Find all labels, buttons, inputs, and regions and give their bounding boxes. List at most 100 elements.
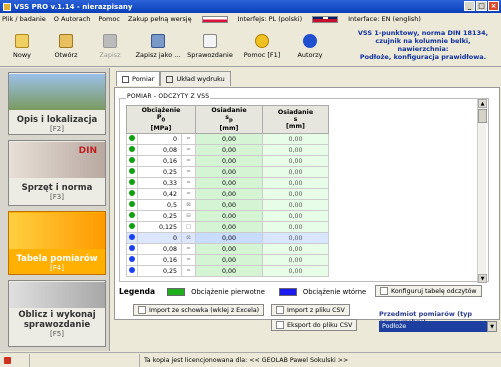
nav-measurement-table[interactable]: Tabela pomiarów [F4] (8, 211, 106, 275)
open-button[interactable]: Otwórz (44, 25, 88, 67)
table-row[interactable]: 0 ⊠ 0,00 0,00 (126, 232, 329, 244)
settlement-2-cell[interactable]: 0,00 (262, 155, 329, 167)
settlement-1-cell[interactable]: 0,00 (195, 166, 263, 178)
report-button[interactable]: Sprawozdanie (184, 25, 236, 67)
row-flag-cell[interactable]: = (181, 177, 196, 189)
settlement-2-cell[interactable]: 0,00 (262, 166, 329, 178)
settlement-1-cell[interactable]: 0,00 (195, 210, 263, 222)
scroll-down-icon[interactable]: ▼ (478, 274, 487, 283)
load-cell[interactable]: 0,33 (137, 177, 182, 189)
status-cell[interactable] (126, 210, 138, 222)
row-flag-cell[interactable]: = (181, 166, 196, 178)
new-button[interactable]: Nowy (0, 25, 44, 67)
settlement-1-cell[interactable]: 0,00 (195, 144, 263, 156)
row-flag-cell[interactable]: ⊠ (181, 232, 196, 244)
status-cell[interactable] (126, 144, 138, 156)
table-row[interactable]: 0,08 = 0,00 0,00 (126, 144, 329, 156)
table-row[interactable]: 0,16 = 0,00 0,00 (126, 254, 329, 266)
row-flag-cell[interactable]: ⊠ (181, 199, 196, 211)
table-row[interactable]: 0 = 0,00 0,00 (126, 133, 329, 145)
table-row[interactable]: 0,5 ⊠ 0,00 0,00 (126, 199, 329, 211)
settlement-1-cell[interactable]: 0,00 (195, 265, 263, 277)
authors-button[interactable]: Autorzy (288, 25, 332, 67)
status-cell[interactable] (126, 155, 138, 167)
load-cell[interactable]: 0,08 (137, 243, 182, 255)
settlement-1-cell[interactable]: 0,00 (195, 243, 263, 255)
load-cell[interactable]: 0,125 (137, 221, 182, 233)
tab-print-layout[interactable]: Układ wydruku (160, 71, 231, 86)
menu-lang-en[interactable]: Interface: EN (english) (348, 15, 421, 23)
status-cell[interactable] (126, 265, 138, 277)
row-flag-cell[interactable]: = (181, 254, 196, 266)
status-cell[interactable] (126, 243, 138, 255)
load-cell[interactable]: 0 (137, 133, 182, 145)
settlement-1-cell[interactable]: 0,00 (195, 155, 263, 167)
settlement-2-cell[interactable]: 0,00 (262, 199, 329, 211)
settlement-2-cell[interactable]: 0,00 (262, 144, 329, 156)
row-flag-cell[interactable]: = (181, 133, 196, 145)
table-scrollbar[interactable]: ▲ ▼ (477, 99, 487, 283)
row-flag-cell[interactable]: ⊟ (181, 210, 196, 222)
row-flag-cell[interactable]: = (181, 265, 196, 277)
load-cell[interactable]: 0,25 (137, 265, 182, 277)
nav-equipment[interactable]: DIN Sprzęt i norma [F3] (8, 140, 106, 206)
settlement-2-cell[interactable]: 0,00 (262, 210, 329, 222)
settlement-1-cell[interactable]: 0,00 (195, 177, 263, 189)
table-row[interactable]: 0,33 = 0,00 0,00 (126, 177, 329, 189)
scroll-thumb[interactable] (478, 109, 487, 123)
nav-description[interactable]: Opis i lokalizacja [F2] (8, 72, 106, 135)
status-cell[interactable] (126, 199, 138, 211)
table-row[interactable]: 0,25 = 0,00 0,00 (126, 265, 329, 277)
load-cell[interactable]: 0,5 (137, 199, 182, 211)
tab-measurement[interactable]: Pomiar (116, 71, 161, 86)
table-row[interactable]: 0,125 □ 0,00 0,00 (126, 221, 329, 233)
settlement-1-cell[interactable]: 0,00 (195, 232, 263, 244)
minimize-button[interactable]: _ (464, 1, 475, 11)
status-cell[interactable] (126, 221, 138, 233)
load-cell[interactable]: 0,25 (137, 210, 182, 222)
settlement-1-cell[interactable]: 0,00 (195, 188, 263, 200)
settlement-1-cell[interactable]: 0,00 (195, 221, 263, 233)
scroll-up-icon[interactable]: ▲ (478, 99, 487, 108)
menu-lang-pl[interactable]: Interfejs: PL (polski) (238, 15, 303, 23)
settlement-2-cell[interactable]: 0,00 (262, 133, 329, 145)
save-button[interactable]: Zapisz (88, 25, 132, 67)
maximize-button[interactable]: □ (476, 1, 487, 11)
settlement-1-cell[interactable]: 0,00 (195, 199, 263, 211)
settlement-2-cell[interactable]: 0,00 (262, 254, 329, 266)
load-cell[interactable]: 0,42 (137, 188, 182, 200)
load-cell[interactable]: 0,08 (137, 144, 182, 156)
status-cell[interactable] (126, 188, 138, 200)
settlement-2-cell[interactable]: 0,00 (262, 177, 329, 189)
row-flag-cell[interactable]: □ (181, 221, 196, 233)
settlement-2-cell[interactable]: 0,00 (262, 232, 329, 244)
settlement-2-cell[interactable]: 0,00 (262, 221, 329, 233)
menu-help[interactable]: Pomoc (98, 15, 120, 23)
load-cell[interactable]: 0 (137, 232, 182, 244)
settlement-2-cell[interactable]: 0,00 (262, 188, 329, 200)
menu-file[interactable]: Plik / badanie (2, 15, 46, 23)
english-flag-icon[interactable] (312, 15, 339, 23)
status-cell[interactable] (126, 254, 138, 266)
menu-buy[interactable]: Zakup pełną wersję (128, 15, 192, 23)
table-row[interactable]: 0,42 = 0,00 0,00 (126, 188, 329, 200)
settlement-1-cell[interactable]: 0,00 (195, 254, 263, 266)
table-row[interactable]: 0,25 ⊟ 0,00 0,00 (126, 210, 329, 222)
row-flag-cell[interactable]: = (181, 188, 196, 200)
import-csv-button[interactable]: Import z pliku CSV (271, 304, 350, 316)
chevron-down-icon[interactable]: ▼ (487, 321, 497, 332)
table-row[interactable]: 0,16 = 0,00 0,00 (126, 155, 329, 167)
table-row[interactable]: 0,08 = 0,00 0,00 (126, 243, 329, 255)
settlement-1-cell[interactable]: 0,00 (195, 133, 263, 145)
settlement-2-cell[interactable]: 0,00 (262, 265, 329, 277)
table-row[interactable]: 0,25 = 0,00 0,00 (126, 166, 329, 178)
export-csv-button[interactable]: Eksport do pliku CSV (271, 319, 358, 331)
surface-type-select[interactable]: Podłoże ▼ (379, 321, 497, 332)
close-button[interactable]: × (488, 1, 499, 11)
status-cell[interactable] (126, 232, 138, 244)
load-cell[interactable]: 0,16 (137, 155, 182, 167)
status-cell[interactable] (126, 177, 138, 189)
row-flag-cell[interactable]: = (181, 243, 196, 255)
menu-authors[interactable]: O Autorach (54, 15, 91, 23)
import-clipboard-button[interactable]: Import ze schowka (wklej z Excela) (133, 304, 265, 316)
